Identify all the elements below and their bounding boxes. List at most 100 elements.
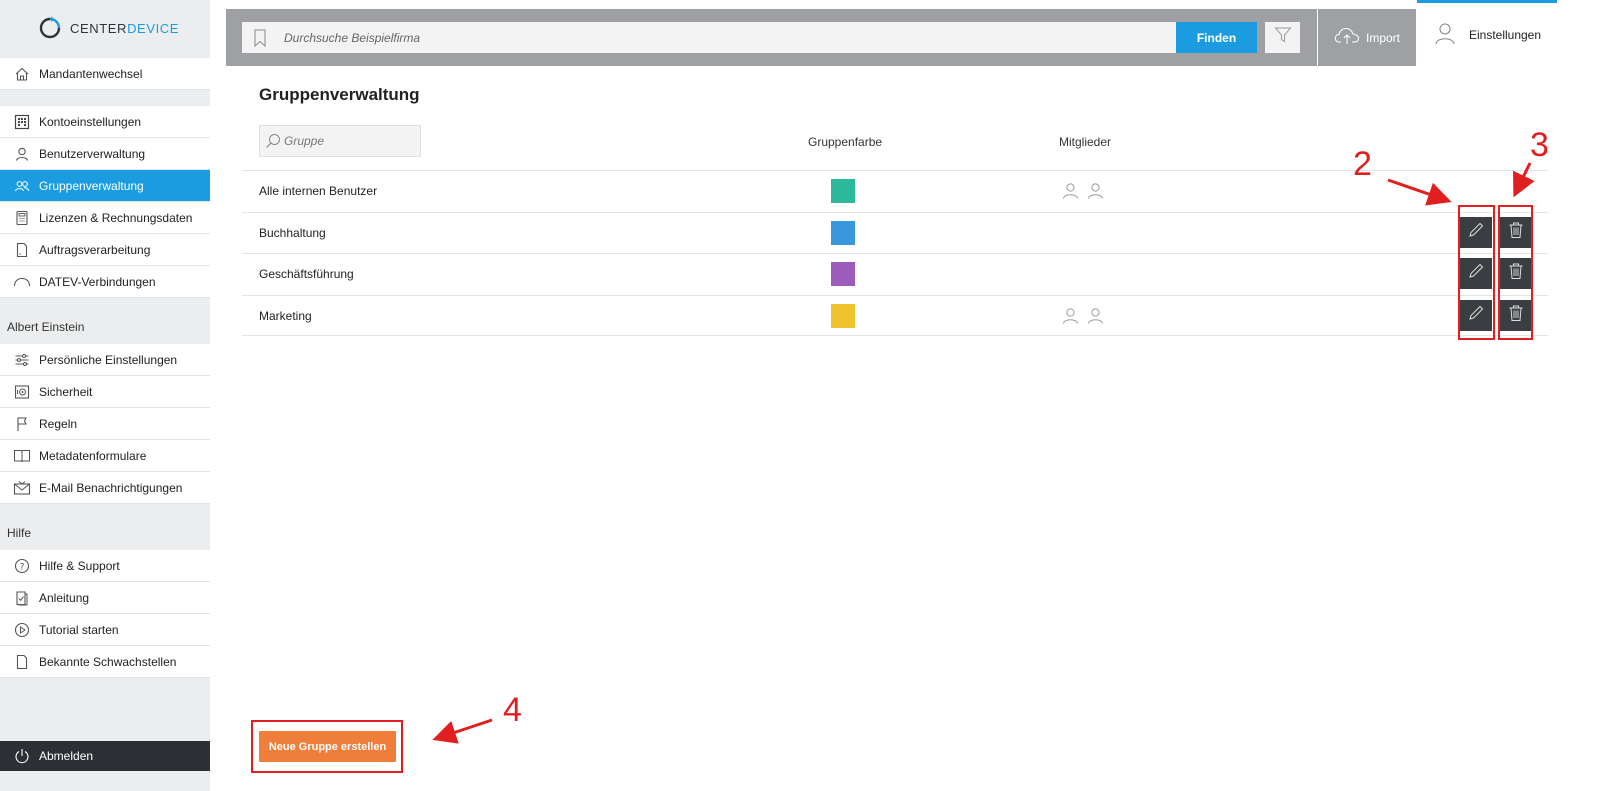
nav-help: ? Hilfe & Support Anleitung Tutorial sta… [0, 550, 210, 678]
checklist-icon [13, 589, 31, 607]
power-icon [13, 747, 31, 765]
sidebar-item-bekannte-schwachstellen[interactable]: Bekannte Schwachstellen [0, 646, 210, 678]
grid-icon [13, 113, 31, 131]
import-label: Import [1365, 30, 1400, 45]
sidebar-item-gruppenverwaltung[interactable]: Gruppenverwaltung [0, 170, 210, 202]
user-icon [1433, 21, 1457, 48]
sidebar-item-label: Auftragsverarbeitung [39, 242, 151, 257]
cloud-icon [13, 273, 31, 291]
table-row[interactable]: Geschäftsführung [242, 253, 1548, 295]
sidebar-item-label: Bekannte Schwachstellen [39, 654, 177, 669]
annotation-arrow-4 [432, 718, 493, 744]
sidebar-item-tutorial-starten[interactable]: Tutorial starten [0, 614, 210, 646]
sidebar-item-anleitung[interactable]: Anleitung [0, 582, 210, 614]
group-name: Alle internen Benutzer [259, 184, 378, 198]
sidebar-item-label: Persönliche Einstellungen [39, 352, 178, 367]
sidebar-item-lizenzen[interactable]: Lizenzen & Rechnungsdaten [0, 202, 210, 234]
search-input[interactable] [284, 22, 1164, 53]
sidebar-item-regeln[interactable]: Regeln [0, 408, 210, 440]
question-icon: ? [13, 557, 31, 575]
section-label-help: Hilfe [7, 526, 32, 540]
sliders-icon [13, 351, 31, 369]
group-color-swatch [831, 303, 855, 328]
centerdevice-logo-icon [39, 16, 61, 39]
calculator-icon [13, 209, 31, 227]
user-icon [13, 145, 31, 163]
settings-tab[interactable]: Einstellungen [1417, 0, 1557, 66]
sidebar-item-label: Regeln [39, 416, 78, 431]
table-row[interactable]: Marketing [242, 294, 1548, 336]
svg-text:?: ? [20, 562, 25, 572]
users-icon [13, 177, 31, 195]
group-name: Marketing [259, 308, 312, 323]
group-filter-input[interactable] [284, 126, 418, 156]
members-avatars [1062, 182, 1104, 199]
nav-user: Persönliche Einstellungen Sicherheit Reg… [0, 344, 210, 504]
sidebar-item-label: Mandantenwechsel [39, 66, 143, 81]
cloud-upload-icon [1334, 26, 1360, 49]
annotation-number-2: 2 [1353, 145, 1372, 183]
sidebar-item-benutzerverwaltung[interactable]: Benutzerverwaltung [0, 138, 210, 170]
import-button[interactable]: Import [1318, 9, 1416, 66]
nav-top: Mandantenwechsel [0, 58, 210, 90]
table-row[interactable]: Buchhaltung [242, 211, 1548, 254]
annotation-box-new-group [251, 720, 403, 773]
search-box [242, 22, 1176, 53]
group-color-swatch [831, 179, 855, 203]
member-icon [1088, 183, 1103, 199]
logout-button[interactable]: Abmelden [0, 741, 210, 771]
sidebar-item-email-benachrichtigungen[interactable]: E-Mail Benachrichtigungen [0, 472, 210, 504]
member-icon [1063, 183, 1078, 199]
brand-name: CENTERDEVICE [70, 20, 180, 36]
sidebar-item-hilfe-support[interactable]: ? Hilfe & Support [0, 550, 210, 582]
sidebar-item-label: Anleitung [39, 590, 90, 605]
sidebar-item-label: Benutzerverwaltung [39, 146, 146, 161]
search-bar: Finden [226, 9, 1317, 66]
sidebar: CENTERDEVICE Mandantenwechsel Kontoeinst… [0, 0, 210, 791]
find-button[interactable]: Finden [1176, 22, 1257, 53]
sidebar-item-persoenliche-einstellungen[interactable]: Persönliche Einstellungen [0, 344, 210, 376]
annotation-box-edit [1458, 205, 1495, 340]
sidebar-item-metadatenformulare[interactable]: Metadatenformulare [0, 440, 210, 472]
filter-button[interactable] [1265, 22, 1300, 53]
groups-table: Alle internen Benutzer Buchhaltung Gesch… [242, 170, 1548, 336]
sidebar-item-label: Hilfe & Support [39, 558, 120, 573]
sidebar-item-label: Lizenzen & Rechnungsdaten [39, 210, 193, 225]
annotation-number-4: 4 [503, 691, 522, 729]
group-color-swatch [831, 220, 855, 245]
mail-icon [13, 479, 31, 497]
sidebar-item-mandantenwechsel[interactable]: Mandantenwechsel [0, 58, 210, 90]
group-name: Geschäftsführung [259, 267, 354, 281]
group-name: Buchhaltung [259, 225, 326, 240]
sidebar-item-kontoeinstellungen[interactable]: Kontoeinstellungen [0, 106, 210, 138]
members-avatars [1062, 307, 1104, 324]
play-icon [13, 621, 31, 639]
page-title: Gruppenverwaltung [259, 85, 420, 104]
sidebar-item-label: Sicherheit [39, 384, 93, 399]
nav-admin: Kontoeinstellungen Benutzerverwaltung Gr… [0, 106, 210, 298]
group-filter-box [259, 125, 421, 157]
flag-icon [13, 415, 31, 433]
sidebar-item-label: E-Mail Benachrichtigungen [39, 480, 183, 495]
brand-logo[interactable]: CENTERDEVICE [38, 16, 179, 40]
sidebar-item-label: Gruppenverwaltung [39, 178, 144, 193]
sidebar-item-sicherheit[interactable]: Sicherheit [0, 376, 210, 408]
filter-icon [1273, 26, 1292, 49]
sidebar-item-label: Kontoeinstellungen [39, 114, 142, 129]
sidebar-item-datev[interactable]: DATEV-Verbindungen [0, 266, 210, 298]
section-label-user: Albert Einstein [7, 320, 85, 334]
home-icon [13, 65, 31, 83]
column-header-members: Mitglieder [1059, 135, 1112, 149]
sidebar-item-label: Tutorial starten [39, 622, 119, 637]
safe-icon [13, 383, 31, 401]
sidebar-item-auftragsverarbeitung[interactable]: Auftragsverarbeitung [0, 234, 210, 266]
document-icon [13, 653, 31, 671]
member-icon [1088, 307, 1103, 324]
bookmark-icon[interactable] [253, 29, 267, 52]
search-icon [265, 133, 281, 154]
sidebar-item-label: Metadatenformulare [39, 448, 147, 463]
book-icon [13, 447, 31, 465]
document-icon [13, 241, 31, 259]
annotation-box-delete [1498, 205, 1533, 340]
group-color-swatch [831, 262, 855, 286]
